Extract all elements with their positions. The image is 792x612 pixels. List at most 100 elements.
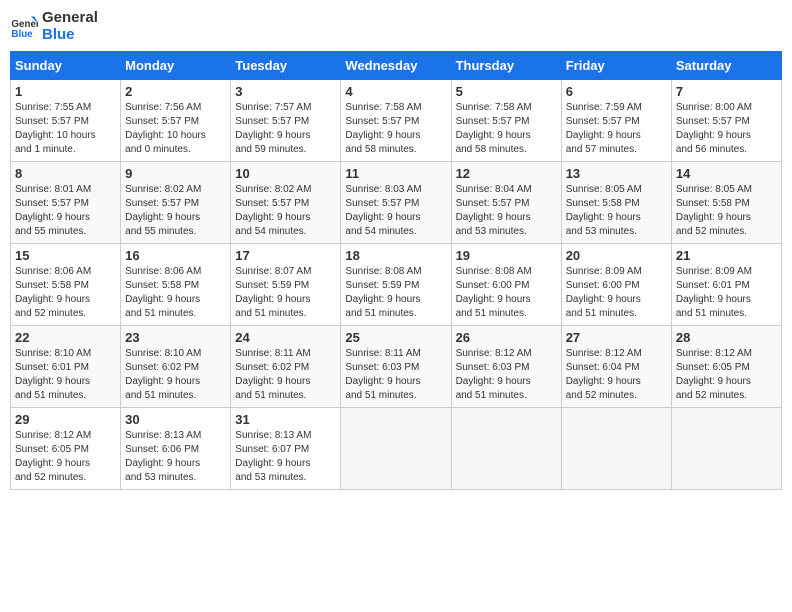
calendar-cell: 10 Sunrise: 8:02 AMSunset: 5:57 PMDayligh… bbox=[231, 162, 341, 244]
calendar-cell: 1 Sunrise: 7:55 AMSunset: 5:57 PMDaylight… bbox=[11, 80, 121, 162]
day-info: Sunrise: 8:09 AMSunset: 6:00 PMDaylight:… bbox=[566, 265, 667, 321]
weekday-header-saturday: Saturday bbox=[671, 52, 781, 80]
logo-icon: General Blue bbox=[10, 13, 38, 41]
day-number: 1 bbox=[15, 84, 116, 99]
day-number: 6 bbox=[566, 84, 667, 99]
calendar-cell: 26 Sunrise: 8:12 AMSunset: 6:03 PMDayligh… bbox=[451, 326, 561, 408]
day-info: Sunrise: 8:09 AMSunset: 6:01 PMDaylight:… bbox=[676, 265, 777, 321]
calendar-cell bbox=[341, 408, 451, 490]
calendar-cell: 31 Sunrise: 8:13 AMSunset: 6:07 PMDayligh… bbox=[231, 408, 341, 490]
calendar-cell: 16 Sunrise: 8:06 AMSunset: 5:58 PMDayligh… bbox=[121, 244, 231, 326]
day-info: Sunrise: 8:05 AMSunset: 5:58 PMDaylight:… bbox=[676, 183, 777, 239]
calendar-cell: 14 Sunrise: 8:05 AMSunset: 5:58 PMDayligh… bbox=[671, 162, 781, 244]
calendar-cell: 29 Sunrise: 8:12 AMSunset: 6:05 PMDayligh… bbox=[11, 408, 121, 490]
calendar-cell bbox=[671, 408, 781, 490]
day-info: Sunrise: 8:02 AMSunset: 5:57 PMDaylight:… bbox=[125, 183, 226, 239]
calendar-body: 1 Sunrise: 7:55 AMSunset: 5:57 PMDaylight… bbox=[11, 80, 782, 490]
day-info: Sunrise: 8:10 AMSunset: 6:01 PMDaylight:… bbox=[15, 347, 116, 403]
calendar-cell: 25Sunrise: 8:11 AMSunset: 6:03 PMDayligh… bbox=[341, 326, 451, 408]
day-number: 12 bbox=[456, 166, 557, 181]
day-number: 22 bbox=[15, 330, 116, 345]
day-number: 26 bbox=[456, 330, 557, 345]
calendar-cell: 24Sunrise: 8:11 AMSunset: 6:02 PMDayligh… bbox=[231, 326, 341, 408]
page-header: General Blue General Blue bbox=[10, 10, 782, 43]
calendar: SundayMondayTuesdayWednesdayThursdayFrid… bbox=[10, 51, 782, 490]
day-info: Sunrise: 7:57 AMSunset: 5:57 PMDaylight:… bbox=[235, 101, 336, 157]
calendar-cell: 21Sunrise: 8:09 AMSunset: 6:01 PMDayligh… bbox=[671, 244, 781, 326]
calendar-cell: 9 Sunrise: 8:02 AMSunset: 5:57 PMDaylight… bbox=[121, 162, 231, 244]
week-row-4: 22 Sunrise: 8:10 AMSunset: 6:01 PMDayligh… bbox=[11, 326, 782, 408]
day-info: Sunrise: 8:02 AMSunset: 5:57 PMDaylight:… bbox=[235, 183, 336, 239]
calendar-cell: 5Sunrise: 7:58 AMSunset: 5:57 PMDaylight… bbox=[451, 80, 561, 162]
calendar-cell: 28 Sunrise: 8:12 AMSunset: 6:05 PMDayligh… bbox=[671, 326, 781, 408]
calendar-cell: 19Sunrise: 8:08 AMSunset: 6:00 PMDayligh… bbox=[451, 244, 561, 326]
calendar-cell: 15 Sunrise: 8:06 AMSunset: 5:58 PMDayligh… bbox=[11, 244, 121, 326]
calendar-cell: 4 Sunrise: 7:58 AMSunset: 5:57 PMDaylight… bbox=[341, 80, 451, 162]
day-info: Sunrise: 7:55 AMSunset: 5:57 PMDaylight:… bbox=[15, 101, 116, 157]
day-info: Sunrise: 8:10 AMSunset: 6:02 PMDaylight:… bbox=[125, 347, 226, 403]
svg-text:Blue: Blue bbox=[11, 28, 33, 39]
day-number: 20 bbox=[566, 248, 667, 263]
day-number: 10 bbox=[235, 166, 336, 181]
weekday-header-friday: Friday bbox=[561, 52, 671, 80]
day-number: 3 bbox=[235, 84, 336, 99]
day-info: Sunrise: 7:59 AMSunset: 5:57 PMDaylight:… bbox=[566, 101, 667, 157]
day-info: Sunrise: 8:08 AMSunset: 5:59 PMDaylight:… bbox=[345, 265, 446, 321]
day-info: Sunrise: 8:12 AMSunset: 6:05 PMDaylight:… bbox=[676, 347, 777, 403]
day-number: 27 bbox=[566, 330, 667, 345]
day-info: Sunrise: 8:12 AMSunset: 6:05 PMDaylight:… bbox=[15, 429, 116, 485]
day-number: 11 bbox=[345, 166, 446, 181]
calendar-cell: 2Sunrise: 7:56 AMSunset: 5:57 PMDaylight… bbox=[121, 80, 231, 162]
day-number: 7 bbox=[676, 84, 777, 99]
day-info: Sunrise: 7:56 AMSunset: 5:57 PMDaylight:… bbox=[125, 101, 226, 157]
calendar-cell: 7Sunrise: 8:00 AMSunset: 5:57 PMDaylight… bbox=[671, 80, 781, 162]
day-number: 8 bbox=[15, 166, 116, 181]
calendar-cell: 27 Sunrise: 8:12 AMSunset: 6:04 PMDayligh… bbox=[561, 326, 671, 408]
day-info: Sunrise: 8:06 AMSunset: 5:58 PMDaylight:… bbox=[15, 265, 116, 321]
calendar-cell: 20 Sunrise: 8:09 AMSunset: 6:00 PMDayligh… bbox=[561, 244, 671, 326]
day-info: Sunrise: 8:12 AMSunset: 6:04 PMDaylight:… bbox=[566, 347, 667, 403]
day-info: Sunrise: 8:07 AMSunset: 5:59 PMDaylight:… bbox=[235, 265, 336, 321]
day-number: 30 bbox=[125, 412, 226, 427]
day-number: 29 bbox=[15, 412, 116, 427]
day-number: 23 bbox=[125, 330, 226, 345]
day-info: Sunrise: 8:13 AMSunset: 6:07 PMDaylight:… bbox=[235, 429, 336, 485]
day-info: Sunrise: 7:58 AMSunset: 5:57 PMDaylight:… bbox=[456, 101, 557, 157]
calendar-cell: 18 Sunrise: 8:08 AMSunset: 5:59 PMDayligh… bbox=[341, 244, 451, 326]
day-number: 18 bbox=[345, 248, 446, 263]
calendar-cell bbox=[451, 408, 561, 490]
calendar-cell: 6 Sunrise: 7:59 AMSunset: 5:57 PMDaylight… bbox=[561, 80, 671, 162]
calendar-cell: 23 Sunrise: 8:10 AMSunset: 6:02 PMDayligh… bbox=[121, 326, 231, 408]
weekday-header-sunday: Sunday bbox=[11, 52, 121, 80]
day-number: 15 bbox=[15, 248, 116, 263]
week-row-1: 1 Sunrise: 7:55 AMSunset: 5:57 PMDaylight… bbox=[11, 80, 782, 162]
calendar-cell: 13 Sunrise: 8:05 AMSunset: 5:58 PMDayligh… bbox=[561, 162, 671, 244]
calendar-cell: 12 Sunrise: 8:04 AMSunset: 5:57 PMDayligh… bbox=[451, 162, 561, 244]
day-number: 4 bbox=[345, 84, 446, 99]
day-info: Sunrise: 8:11 AMSunset: 6:03 PMDaylight:… bbox=[345, 347, 446, 403]
day-info: Sunrise: 7:58 AMSunset: 5:57 PMDaylight:… bbox=[345, 101, 446, 157]
day-info: Sunrise: 8:05 AMSunset: 5:58 PMDaylight:… bbox=[566, 183, 667, 239]
day-info: Sunrise: 8:12 AMSunset: 6:03 PMDaylight:… bbox=[456, 347, 557, 403]
week-row-2: 8 Sunrise: 8:01 AMSunset: 5:57 PMDaylight… bbox=[11, 162, 782, 244]
day-info: Sunrise: 8:01 AMSunset: 5:57 PMDaylight:… bbox=[15, 183, 116, 239]
calendar-cell: 8 Sunrise: 8:01 AMSunset: 5:57 PMDaylight… bbox=[11, 162, 121, 244]
day-number: 13 bbox=[566, 166, 667, 181]
day-number: 28 bbox=[676, 330, 777, 345]
day-number: 9 bbox=[125, 166, 226, 181]
calendar-cell: 11 Sunrise: 8:03 AMSunset: 5:57 PMDayligh… bbox=[341, 162, 451, 244]
day-info: Sunrise: 8:03 AMSunset: 5:57 PMDaylight:… bbox=[345, 183, 446, 239]
week-row-3: 15 Sunrise: 8:06 AMSunset: 5:58 PMDayligh… bbox=[11, 244, 782, 326]
weekday-header-row: SundayMondayTuesdayWednesdayThursdayFrid… bbox=[11, 52, 782, 80]
day-number: 16 bbox=[125, 248, 226, 263]
weekday-header-tuesday: Tuesday bbox=[231, 52, 341, 80]
day-number: 14 bbox=[676, 166, 777, 181]
day-number: 31 bbox=[235, 412, 336, 427]
calendar-cell: 3 Sunrise: 7:57 AMSunset: 5:57 PMDaylight… bbox=[231, 80, 341, 162]
week-row-5: 29 Sunrise: 8:12 AMSunset: 6:05 PMDayligh… bbox=[11, 408, 782, 490]
day-info: Sunrise: 8:06 AMSunset: 5:58 PMDaylight:… bbox=[125, 265, 226, 321]
day-number: 24 bbox=[235, 330, 336, 345]
day-info: Sunrise: 8:04 AMSunset: 5:57 PMDaylight:… bbox=[456, 183, 557, 239]
day-info: Sunrise: 8:08 AMSunset: 6:00 PMDaylight:… bbox=[456, 265, 557, 321]
day-info: Sunrise: 8:13 AMSunset: 6:06 PMDaylight:… bbox=[125, 429, 226, 485]
